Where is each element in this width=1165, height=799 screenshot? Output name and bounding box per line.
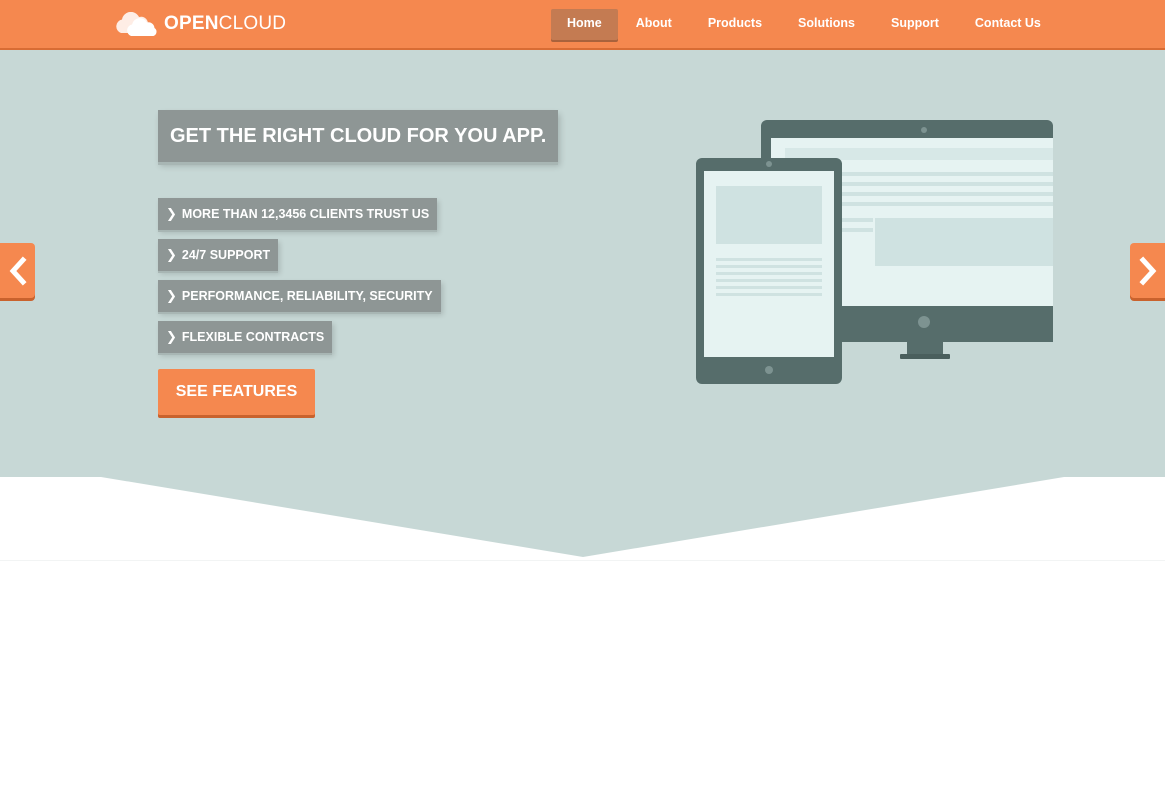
slider-next-button[interactable] xyxy=(1130,243,1165,298)
brand-name: OPENCLOUD xyxy=(164,10,286,38)
brand-name-light: CLOUD xyxy=(218,13,287,34)
hero-pointer-shape xyxy=(95,476,1070,557)
chevron-left-icon xyxy=(9,255,27,286)
feature-item: ❯ PERFORMANCE, RELIABILITY, SECURITY xyxy=(158,280,441,312)
feature-item: ❯ FLEXIBLE CONTRACTS xyxy=(158,321,333,353)
main-nav: Home About Products Solutions Support Co… xyxy=(551,9,1059,40)
chevron-right-icon: ❯ xyxy=(166,247,177,262)
nav-item-home[interactable]: Home xyxy=(551,9,618,40)
nav-item-about[interactable]: About xyxy=(618,9,690,40)
feature-label: MORE THAN 12,3456 CLIENTS TRUST US xyxy=(181,207,430,221)
feature-label: PERFORMANCE, RELIABILITY, SECURITY xyxy=(181,289,433,303)
top-navbar: OPENCLOUD Home About Products Solutions … xyxy=(0,0,1165,50)
feature-label: 24/7 SUPPORT xyxy=(181,248,271,262)
feature-item: ❯ 24/7 SUPPORT xyxy=(158,239,279,271)
nav-item-contact-us[interactable]: Contact Us xyxy=(957,9,1059,40)
chevron-right-icon: ❯ xyxy=(166,288,177,303)
hero-headline: GET THE RIGHT CLOUD FOR YOU APP. xyxy=(158,110,559,162)
feature-label: FLEXIBLE CONTRACTS xyxy=(181,330,325,344)
see-features-button[interactable]: SEE FEATURES xyxy=(158,369,315,415)
cloud-icon xyxy=(113,12,159,36)
chevron-right-icon: ❯ xyxy=(166,206,177,221)
section-divider xyxy=(0,560,1165,561)
feature-item: ❯ MORE THAN 12,3456 CLIENTS TRUST US xyxy=(158,198,438,230)
brand-logo[interactable]: OPENCLOUD xyxy=(113,10,286,38)
chevron-right-icon: ❯ xyxy=(166,329,177,344)
nav-item-support[interactable]: Support xyxy=(873,9,957,40)
slider-prev-button[interactable] xyxy=(0,243,35,298)
brand-name-bold: OPEN xyxy=(164,13,219,34)
nav-item-solutions[interactable]: Solutions xyxy=(780,9,873,40)
nav-item-products[interactable]: Products xyxy=(690,9,780,40)
chevron-right-icon xyxy=(1138,255,1156,286)
devices-illustration xyxy=(696,120,1053,384)
